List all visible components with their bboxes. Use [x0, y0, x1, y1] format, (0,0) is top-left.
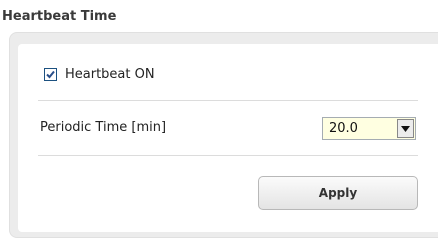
divider	[38, 100, 418, 101]
heartbeat-on-row[interactable]: Heartbeat ON	[44, 64, 155, 84]
apply-button[interactable]: Apply	[258, 176, 418, 210]
periodic-time-value: 20.0	[329, 121, 358, 136]
periodic-time-label: Periodic Time [min]	[40, 120, 167, 135]
heartbeat-on-label: Heartbeat ON	[65, 66, 155, 82]
heartbeat-on-checkbox[interactable]	[44, 67, 57, 81]
section-title: Heartbeat Time	[2, 9, 117, 24]
checkmark-icon	[46, 70, 55, 78]
dropdown-arrow-button[interactable]	[397, 119, 414, 138]
divider	[38, 155, 418, 156]
chevron-down-icon	[401, 125, 410, 132]
periodic-time-select[interactable]: 20.0	[322, 117, 416, 140]
